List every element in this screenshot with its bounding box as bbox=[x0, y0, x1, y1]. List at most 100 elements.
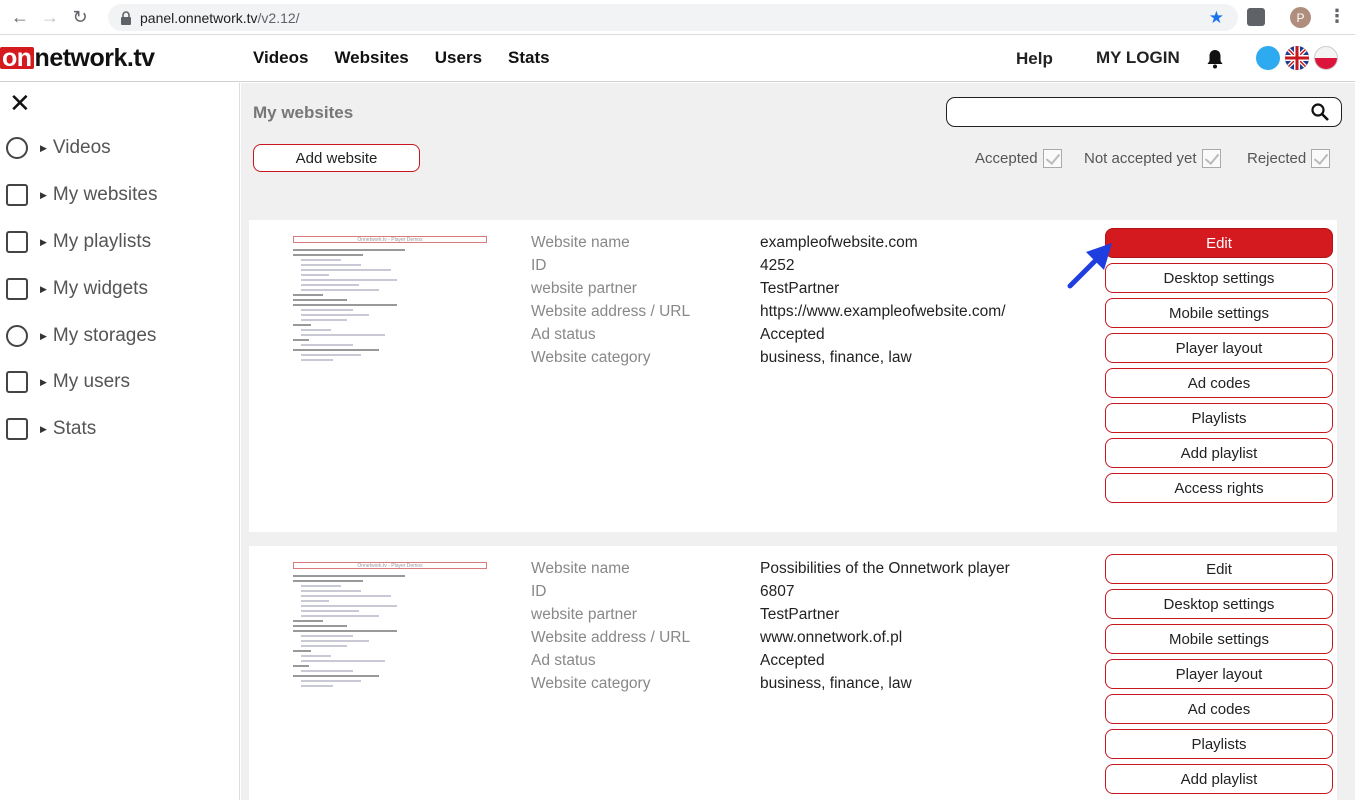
nav-stats[interactable]: Stats bbox=[508, 48, 550, 68]
pointer-arrow-icon bbox=[1067, 243, 1112, 289]
website-card: Onnetwork.tv - Player Demos Website name… bbox=[249, 546, 1337, 806]
field-label: Ad status bbox=[531, 651, 596, 669]
site-header: on network.tv Videos Websites Users Stats… bbox=[0, 36, 1355, 82]
partner-value: TestPartner bbox=[760, 279, 840, 297]
add-website-button[interactable]: Add website bbox=[253, 144, 420, 172]
add-playlist-button[interactable]: Add playlist bbox=[1105, 438, 1333, 468]
mobile-settings-button[interactable]: Mobile settings bbox=[1105, 298, 1333, 328]
my-login-menu[interactable]: MY LOGIN bbox=[1096, 48, 1180, 68]
thumbnail-title: Onnetwork.tv - Player Demos bbox=[293, 562, 487, 569]
nav-websites[interactable]: Websites bbox=[334, 48, 408, 68]
filter-label: Rejected bbox=[1247, 150, 1307, 167]
playlists-button[interactable]: Playlists bbox=[1105, 729, 1333, 759]
nav-users[interactable]: Users bbox=[435, 48, 482, 68]
filter-accepted[interactable]: Accepted bbox=[975, 149, 1062, 168]
sidebar-item-my-playlists[interactable]: ▶ My playlists bbox=[6, 227, 151, 257]
main-content: My websites Add website Accepted Not acc… bbox=[241, 83, 1355, 806]
notification-bell-icon[interactable] bbox=[1206, 49, 1224, 69]
skype-icon[interactable] bbox=[1256, 46, 1280, 70]
website-actions: Edit Desktop settings Mobile settings Pl… bbox=[1105, 554, 1333, 799]
website-card: Onnetwork.tv - Player Demos Website name… bbox=[249, 220, 1337, 532]
expand-arrow-icon: ▶ bbox=[40, 423, 47, 434]
sidebar-item-stats[interactable]: ▶ Stats bbox=[6, 414, 96, 444]
camera-icon bbox=[6, 137, 28, 159]
id-value: 4252 bbox=[760, 256, 795, 274]
expand-arrow-icon: ▶ bbox=[40, 376, 47, 387]
sidebar-item-my-websites[interactable]: ▶ My websites bbox=[6, 180, 157, 210]
website-thumbnail[interactable]: Onnetwork.tv - Player Demos bbox=[293, 562, 489, 772]
profile-avatar[interactable]: P bbox=[1290, 7, 1311, 28]
field-label: website partner bbox=[531, 279, 637, 297]
sidebar-item-label: Stats bbox=[52, 418, 97, 439]
filter-checkbox[interactable] bbox=[1042, 149, 1062, 168]
browser-menu-icon[interactable]: ⋮ bbox=[1328, 6, 1346, 27]
field-label: Website address / URL bbox=[531, 302, 691, 320]
access-rights-button[interactable]: Access rights bbox=[1105, 473, 1333, 503]
filter-rejected[interactable]: Rejected bbox=[1247, 149, 1331, 168]
ad-codes-button[interactable]: Ad codes bbox=[1105, 368, 1333, 398]
ad-status-value: Accepted bbox=[760, 651, 825, 669]
desktop-settings-button[interactable]: Desktop settings bbox=[1105, 589, 1333, 619]
sidebar-item-videos[interactable]: ▶ Videos bbox=[6, 133, 111, 163]
close-sidebar-icon[interactable]: ✕ bbox=[9, 88, 31, 119]
back-icon[interactable]: ← bbox=[10, 7, 30, 27]
field-label: Ad status bbox=[531, 325, 596, 343]
field-label: ID bbox=[531, 256, 547, 274]
desktop-settings-button[interactable]: Desktop settings bbox=[1105, 263, 1333, 293]
sidebar: ✕ ▶ Videos ▶ My websites ▶ My playlists … bbox=[0, 83, 240, 800]
url-value: https://www.exampleofwebsite.com/ bbox=[760, 302, 1006, 320]
top-navigation: Videos Websites Users Stats bbox=[253, 48, 550, 68]
search-input[interactable] bbox=[946, 97, 1342, 127]
sidebar-item-my-widgets[interactable]: ▶ My widgets bbox=[6, 274, 148, 304]
website-name-value: exampleofwebsite.com bbox=[760, 233, 918, 251]
filter-checkbox[interactable] bbox=[1201, 149, 1221, 168]
website-actions: Edit Desktop settings Mobile settings Pl… bbox=[1105, 228, 1333, 508]
url-value: www.onnetwork.of.pl bbox=[760, 628, 903, 646]
stats-icon bbox=[6, 418, 28, 440]
extension-icon[interactable] bbox=[1247, 8, 1265, 26]
field-label: Website address / URL bbox=[531, 628, 691, 646]
category-value: business, finance, law bbox=[760, 348, 912, 366]
expand-arrow-icon: ▶ bbox=[40, 283, 47, 294]
filter-label: Not accepted yet bbox=[1084, 150, 1197, 167]
search-icon[interactable] bbox=[1311, 103, 1329, 121]
field-label: Website category bbox=[531, 348, 651, 366]
help-link[interactable]: Help bbox=[1016, 49, 1053, 69]
playlists-button[interactable]: Playlists bbox=[1105, 403, 1333, 433]
category-value: business, finance, law bbox=[760, 674, 912, 692]
sidebar-item-my-users[interactable]: ▶ My users bbox=[6, 367, 130, 397]
sidebar-item-label: My playlists bbox=[52, 231, 152, 252]
playlist-icon bbox=[6, 231, 28, 253]
lock-icon bbox=[121, 10, 131, 25]
field-label: Website name bbox=[531, 559, 630, 577]
expand-arrow-icon: ▶ bbox=[40, 236, 47, 247]
filter-not-accepted-yet[interactable]: Not accepted yet bbox=[1084, 149, 1221, 168]
reload-icon[interactable]: ↻ bbox=[70, 7, 90, 27]
player-layout-button[interactable]: Player layout bbox=[1105, 659, 1333, 689]
sidebar-item-label: My storages bbox=[52, 325, 157, 346]
expand-arrow-icon: ▶ bbox=[40, 142, 47, 153]
polish-flag-icon[interactable] bbox=[1314, 46, 1338, 70]
edit-button[interactable]: Edit bbox=[1105, 554, 1333, 584]
sidebar-item-label: My websites bbox=[52, 184, 158, 205]
id-value: 6807 bbox=[760, 582, 795, 600]
player-layout-button[interactable]: Player layout bbox=[1105, 333, 1333, 363]
edit-button[interactable]: Edit bbox=[1105, 228, 1333, 258]
expand-arrow-icon: ▶ bbox=[40, 189, 47, 200]
nav-videos[interactable]: Videos bbox=[253, 48, 308, 68]
onnetwork-logo[interactable]: on network.tv bbox=[0, 44, 155, 72]
mobile-settings-button[interactable]: Mobile settings bbox=[1105, 624, 1333, 654]
add-playlist-button[interactable]: Add playlist bbox=[1105, 764, 1333, 794]
partner-value: TestPartner bbox=[760, 605, 840, 623]
sidebar-item-my-storages[interactable]: ▶ My storages bbox=[6, 321, 156, 351]
website-thumbnail[interactable]: Onnetwork.tv - Player Demos bbox=[293, 236, 489, 446]
bookmark-star-icon[interactable]: ★ bbox=[1209, 8, 1224, 28]
filter-checkbox[interactable] bbox=[1311, 149, 1331, 168]
thumbnail-title: Onnetwork.tv - Player Demos bbox=[293, 236, 487, 243]
uk-flag-icon[interactable] bbox=[1285, 46, 1309, 70]
field-label: website partner bbox=[531, 605, 637, 623]
forward-icon[interactable]: → bbox=[40, 7, 60, 27]
address-bar[interactable]: panel.onnetwork.tv/v2.12/ ★ bbox=[108, 4, 1238, 31]
widget-icon bbox=[6, 278, 28, 300]
ad-codes-button[interactable]: Ad codes bbox=[1105, 694, 1333, 724]
